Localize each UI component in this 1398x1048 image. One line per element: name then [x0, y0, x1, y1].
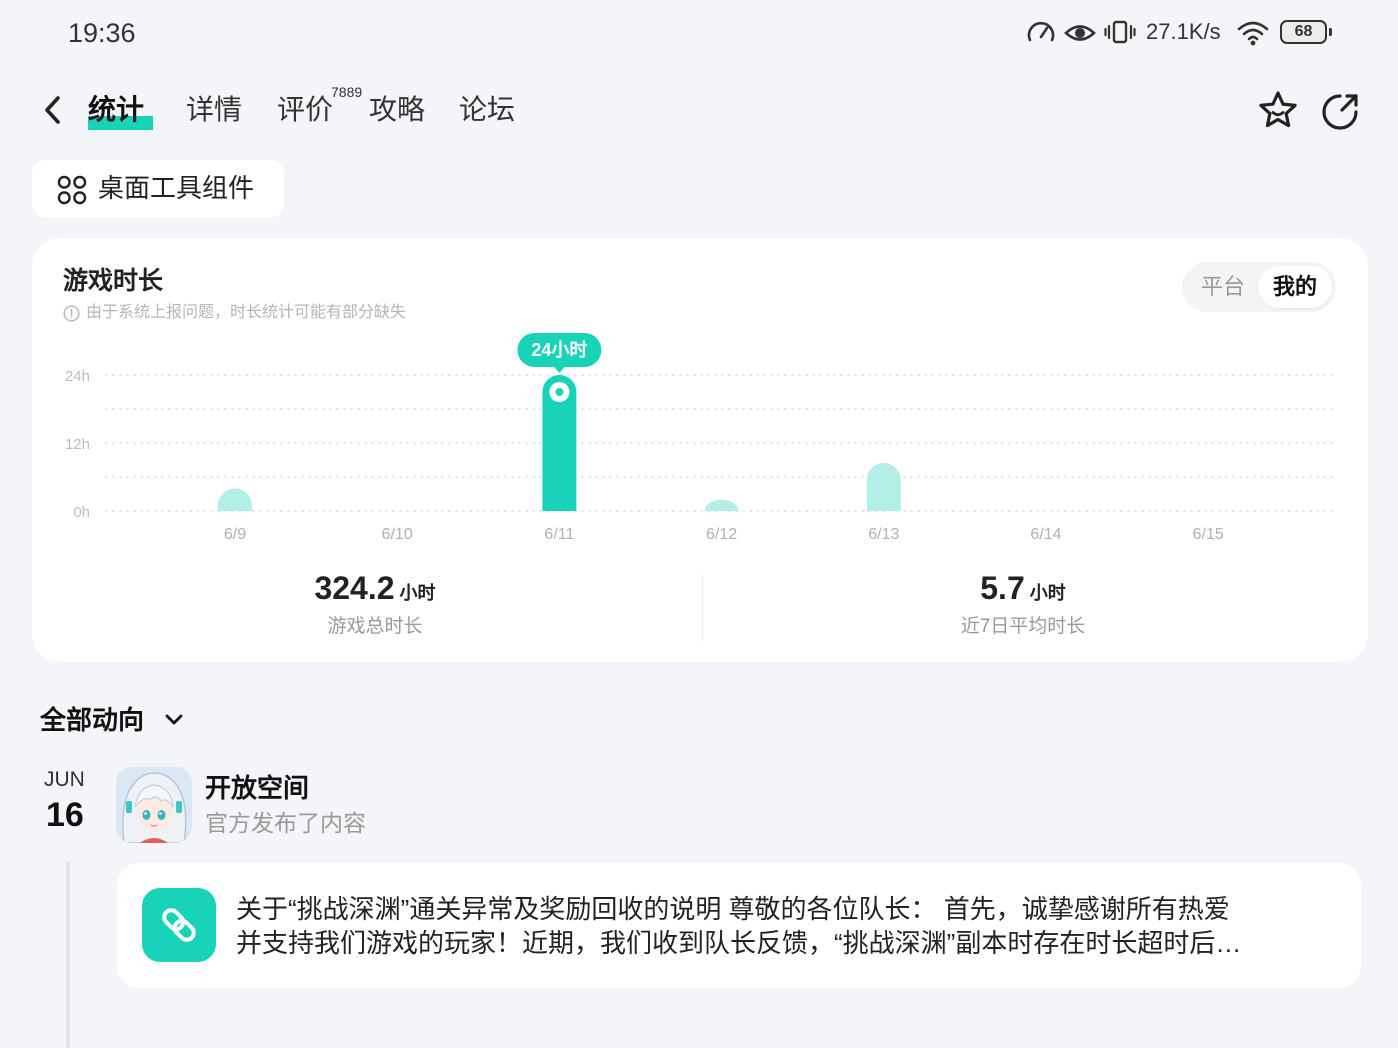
- x-tick-label: 6/9: [224, 526, 246, 543]
- link-icon: [162, 908, 196, 942]
- average-playtime-unit: 小时: [1029, 583, 1066, 603]
- battery-icon: 68: [1280, 20, 1327, 44]
- bar[interactable]: [866, 462, 901, 511]
- chevron-down-icon[interactable]: [162, 709, 186, 731]
- eye-icon: [1064, 25, 1096, 41]
- stat-divider: [702, 575, 703, 641]
- feed-filter-dropdown[interactable]: 全部动向: [40, 703, 144, 737]
- tab-reviews[interactable]: 评价: [277, 92, 333, 128]
- total-playtime-label: 游戏总时长: [327, 616, 423, 637]
- tab-stats[interactable]: 统计: [88, 92, 144, 128]
- battery-nub: [1329, 28, 1332, 36]
- desktop-widget-button[interactable]: 桌面工具组件: [32, 160, 284, 218]
- tab-forum[interactable]: 论坛: [459, 92, 515, 128]
- playtime-bar-chart: 24h 12h 0h 6/9 6/10 6/11 24小时 6/12 6/13 6/14 6/15: [65, 333, 1335, 543]
- wifi-icon: [1237, 21, 1269, 46]
- tooltip-label: 24小时: [531, 340, 587, 360]
- x-tick-label: 6/13: [868, 526, 899, 543]
- tooltip-pointer: [553, 366, 566, 373]
- toggle-mine[interactable]: 我的: [1258, 266, 1332, 308]
- speedometer-icon: [1027, 21, 1055, 42]
- feed-date-month: JUN: [44, 768, 85, 791]
- playtime-title: 游戏时长: [63, 267, 164, 295]
- x-tick-label: 6/10: [382, 526, 413, 543]
- playtime-note: 由于系统上报问题，时长统计可能有部分缺失: [63, 303, 406, 323]
- feed-author-name[interactable]: 开放空间: [205, 771, 309, 805]
- status-time: 19:36: [68, 18, 136, 48]
- star-icon[interactable]: [1257, 89, 1299, 131]
- desktop-widget-label: 桌面工具组件: [98, 173, 255, 203]
- x-tick-label: 6/15: [1193, 526, 1224, 543]
- anime-girl-avatar: [116, 767, 192, 843]
- tab-details[interactable]: 详情: [186, 92, 242, 128]
- timeline-line: [66, 862, 70, 1048]
- y-tick-label: 24h: [65, 368, 90, 385]
- bar[interactable]: [704, 499, 739, 511]
- x-tick-label: 6/11: [544, 526, 574, 543]
- y-tick-label: 0h: [73, 504, 90, 521]
- playtime-card: 游戏时长 由于系统上报问题，时长统计可能有部分缺失 平台 我的 24h 12h 0h…: [32, 238, 1368, 662]
- tab-guides[interactable]: 攻略: [369, 92, 425, 128]
- feed-action-text: 官方发布了内容: [205, 810, 366, 836]
- post-link-badge: [142, 888, 216, 962]
- total-playtime-value: 324.2: [314, 570, 395, 606]
- playtime-note-text: 由于系统上报问题，时长统计可能有部分缺失: [86, 304, 407, 321]
- net-speed: 27.1K/s: [1146, 19, 1221, 44]
- x-tick-label: 6/12: [706, 526, 737, 543]
- toggle-platform[interactable]: 平台: [1186, 266, 1260, 308]
- info-icon: [63, 304, 80, 322]
- average-playtime-label: 近7日平均时长: [960, 616, 1086, 637]
- post-text-line-1: 关于“挑战深渊”通关异常及奖励回收的说明 尊敬的各位队长： 首先，诚挚感谢所有热…: [236, 894, 1230, 924]
- bar-marker-dot: [555, 388, 564, 396]
- data-source-toggle: 平台 我的: [1182, 262, 1336, 312]
- grid-icon: [57, 175, 87, 205]
- post-text-line-2: 并支持我们游戏的玩家！近期，我们收到队长反馈，“挑战深渊”副本时存在时长超时后…: [236, 928, 1242, 958]
- y-tick-label: 12h: [65, 436, 90, 453]
- total-playtime-unit: 小时: [399, 583, 436, 603]
- feed-date-day: 16: [46, 796, 84, 834]
- reviews-count-badge: 7889: [331, 84, 363, 100]
- post-card[interactable]: 关于“挑战深渊”通关异常及奖励回收的说明 尊敬的各位队长： 首先，诚挚感谢所有热…: [117, 863, 1361, 988]
- average-playtime-value: 5.7: [980, 570, 1025, 606]
- total-playtime-stat: 324.2 小时 游戏总时长: [175, 568, 575, 640]
- average-playtime-stat: 5.7 小时 近7日平均时长: [823, 568, 1223, 640]
- avatar[interactable]: [116, 767, 192, 843]
- share-icon[interactable]: [1320, 90, 1362, 132]
- chevron-left-icon[interactable]: [38, 94, 68, 126]
- x-tick-label: 6/14: [1030, 526, 1061, 543]
- vibrate-icon: [1104, 20, 1136, 44]
- bar[interactable]: [218, 488, 252, 511]
